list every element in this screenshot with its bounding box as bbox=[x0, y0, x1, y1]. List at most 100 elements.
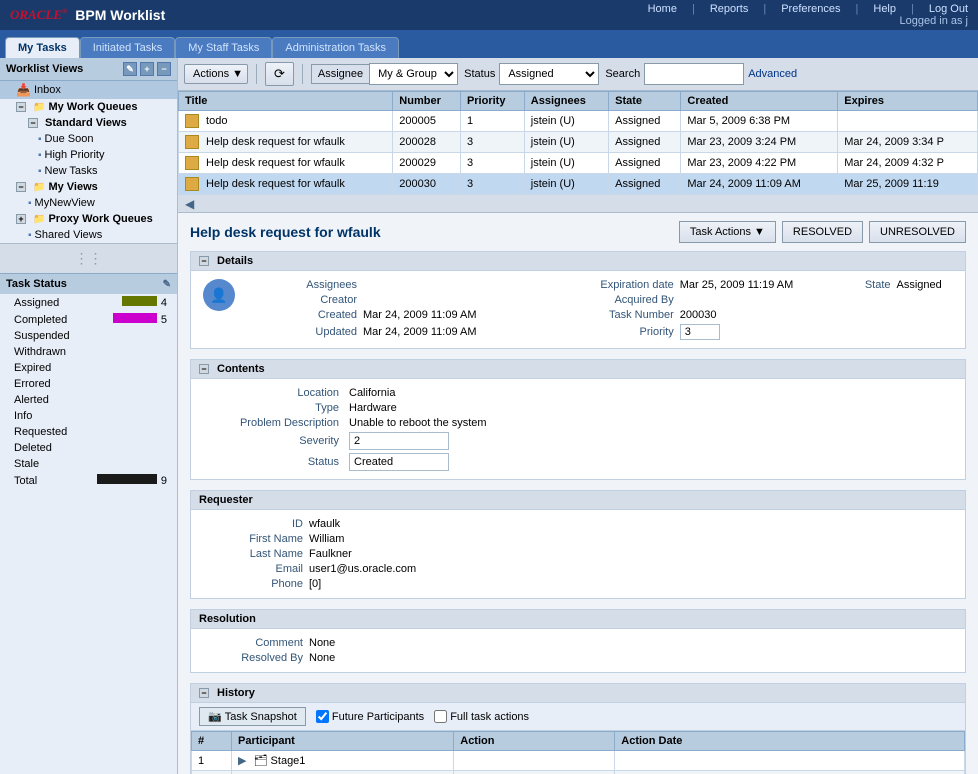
future-participants-checkbox-label[interactable]: Future Participants bbox=[316, 710, 424, 723]
contents-section: − Contents Location California Type Hard… bbox=[190, 359, 966, 480]
assignee-select[interactable]: My & Group bbox=[369, 63, 458, 85]
first-name-value: William bbox=[309, 533, 953, 545]
col-header-created[interactable]: Created bbox=[681, 92, 838, 111]
status-field-value[interactable]: Created bbox=[349, 453, 449, 471]
advanced-link[interactable]: Advanced bbox=[748, 68, 797, 80]
resolved-button[interactable]: RESOLVED bbox=[782, 221, 863, 243]
tab-my-staff-tasks[interactable]: My Staff Tasks bbox=[175, 37, 272, 58]
work-queues-label: My Work Queues bbox=[48, 101, 137, 113]
history-col-action: Action bbox=[454, 732, 615, 751]
table-row[interactable]: todo 200005 1 jstein (U) Assigned Mar 5,… bbox=[179, 111, 978, 132]
status-label-suspended: Suspended bbox=[14, 330, 70, 342]
logo-area: ORACLE® BPM Worklist bbox=[10, 7, 165, 23]
sidebar-add-icon[interactable]: + bbox=[140, 62, 154, 76]
task-created-2: Mar 23, 2009 4:22 PM bbox=[681, 153, 838, 174]
toolbar: Actions ▼ ⟳ Assignee My & Group Status A… bbox=[178, 58, 978, 91]
severity-value[interactable]: 2 bbox=[349, 432, 449, 450]
requester-section-header[interactable]: Requester bbox=[191, 491, 965, 510]
details-section-header[interactable]: − Details bbox=[191, 252, 965, 271]
standard-views-label: Standard Views bbox=[45, 117, 127, 129]
nav-home[interactable]: Home bbox=[648, 3, 677, 15]
sidebar-item-inbox[interactable]: 📥 Inbox bbox=[0, 81, 177, 99]
history-col-action-date: Action Date bbox=[615, 732, 965, 751]
task-actions-button[interactable]: Task Actions ▼ bbox=[679, 221, 776, 243]
sidebar: Worklist Views ✎ + − 📥 Inbox − 📁 My Work… bbox=[0, 58, 178, 774]
full-task-actions-checkbox[interactable] bbox=[434, 710, 447, 723]
list-icon-my-new-view: ▪ bbox=[28, 198, 32, 209]
task-assignees-2: jstein (U) bbox=[524, 153, 608, 174]
resize-dots: ⋮⋮ bbox=[75, 250, 103, 267]
detail-panel: Help desk request for wfaulk Task Action… bbox=[178, 213, 978, 774]
table-row[interactable]: Help desk request for wfaulk 200028 3 js… bbox=[179, 132, 978, 153]
nav-help[interactable]: Help bbox=[873, 3, 896, 15]
history-col-participant: Participant bbox=[232, 732, 454, 751]
col-header-title[interactable]: Title bbox=[179, 92, 393, 111]
col-header-priority[interactable]: Priority bbox=[460, 92, 524, 111]
sidebar-item-shared-views[interactable]: ▪ Shared Views bbox=[0, 227, 177, 243]
tab-administration-tasks[interactable]: Administration Tasks bbox=[272, 37, 399, 58]
tab-my-tasks[interactable]: My Tasks bbox=[5, 37, 80, 58]
user-avatar: 👤 bbox=[203, 279, 235, 311]
resolution-section-header[interactable]: Resolution bbox=[191, 610, 965, 629]
sidebar-item-my-views[interactable]: − 📁 My Views bbox=[0, 179, 177, 195]
contents-collapse-icon[interactable]: − bbox=[199, 364, 209, 374]
actions-button[interactable]: Actions ▼ bbox=[184, 64, 248, 84]
history-collapse-icon[interactable]: − bbox=[199, 688, 209, 698]
table-row[interactable]: Help desk request for wfaulk 200030 3 js… bbox=[179, 174, 978, 195]
resolution-section: Resolution Comment None Resolved By None bbox=[190, 609, 966, 673]
priority-value[interactable]: 3 bbox=[680, 324, 720, 340]
status-bar-assigned bbox=[122, 296, 157, 306]
sidebar-item-new-tasks[interactable]: ▪ New Tasks bbox=[0, 163, 177, 179]
collapse-standard-views-icon[interactable]: − bbox=[28, 118, 38, 128]
col-header-expires[interactable]: Expires bbox=[838, 92, 978, 111]
table-row[interactable]: Help desk request for wfaulk 200029 3 js… bbox=[179, 153, 978, 174]
sidebar-item-due-soon[interactable]: ▪ Due Soon bbox=[0, 131, 177, 147]
resolution-section-body: Comment None Resolved By None bbox=[191, 629, 965, 672]
sidebar-remove-icon[interactable]: − bbox=[157, 62, 171, 76]
unresolved-button[interactable]: UNRESOLVED bbox=[869, 221, 966, 243]
status-select[interactable]: Assigned bbox=[499, 63, 599, 85]
sidebar-item-proxy-work-queues[interactable]: + 📁 Proxy Work Queues bbox=[0, 211, 177, 227]
sidebar-item-standard-views[interactable]: − Standard Views bbox=[0, 115, 177, 131]
task-snapshot-button[interactable]: 📷 Task Snapshot bbox=[199, 707, 306, 726]
col-header-number[interactable]: Number bbox=[393, 92, 461, 111]
sidebar-item-my-work-queues[interactable]: − 📁 My Work Queues bbox=[0, 99, 177, 115]
task-title-2: Help desk request for wfaulk bbox=[179, 153, 393, 174]
resolution-section-label: Resolution bbox=[199, 613, 256, 625]
shared-views-label: Shared Views bbox=[35, 229, 103, 241]
sidebar-resize-handle[interactable]: ⋮⋮ bbox=[0, 243, 177, 273]
sidebar-edit-icon[interactable]: ✎ bbox=[123, 62, 137, 76]
task-status-edit-icon[interactable]: ✎ bbox=[163, 279, 171, 290]
col-header-state[interactable]: State bbox=[609, 92, 681, 111]
status-label-withdrawn: Withdrawn bbox=[14, 346, 66, 358]
details-collapse-icon[interactable]: − bbox=[199, 256, 209, 266]
history-col-num: # bbox=[192, 732, 232, 751]
contents-section-header[interactable]: − Contents bbox=[191, 360, 965, 379]
nav-reports[interactable]: Reports bbox=[710, 3, 749, 15]
collapse-my-views-icon[interactable]: − bbox=[16, 182, 26, 192]
search-input[interactable] bbox=[644, 63, 744, 85]
expand-icon-0[interactable]: ▶ bbox=[238, 755, 246, 767]
nav-preferences[interactable]: Preferences bbox=[781, 3, 840, 15]
task-icon-2 bbox=[185, 156, 199, 170]
col-header-assignees[interactable]: Assignees bbox=[524, 92, 608, 111]
sidebar-item-high-priority[interactable]: ▪ High Priority bbox=[0, 147, 177, 163]
expiration-date-value: Mar 25, 2009 11:19 AM bbox=[680, 279, 805, 291]
history-section-header[interactable]: − History bbox=[191, 684, 965, 703]
sidebar-item-my-new-view[interactable]: ▪ MyNewView bbox=[0, 195, 177, 211]
future-participants-checkbox[interactable] bbox=[316, 710, 329, 723]
scroll-left-icon[interactable]: ◀ bbox=[182, 197, 197, 211]
collapse-proxy-icon[interactable]: + bbox=[16, 214, 26, 224]
problem-desc-label: Problem Description bbox=[203, 417, 343, 429]
refresh-button[interactable]: ⟳ bbox=[265, 62, 294, 86]
collapse-work-queues-icon[interactable]: − bbox=[16, 102, 26, 112]
details-section: − Details 👤 Assignees Expiration date Ma… bbox=[190, 251, 966, 349]
full-task-actions-label: Full task actions bbox=[450, 711, 529, 723]
tab-initiated-tasks[interactable]: Initiated Tasks bbox=[80, 37, 176, 58]
task-created-1: Mar 23, 2009 3:24 PM bbox=[681, 132, 838, 153]
toolbar-separator-1 bbox=[256, 64, 257, 84]
assignees-label: Assignees bbox=[247, 279, 357, 291]
task-state-1: Assigned bbox=[609, 132, 681, 153]
nav-logout[interactable]: Log Out bbox=[929, 3, 968, 15]
full-task-actions-checkbox-label[interactable]: Full task actions bbox=[434, 710, 529, 723]
